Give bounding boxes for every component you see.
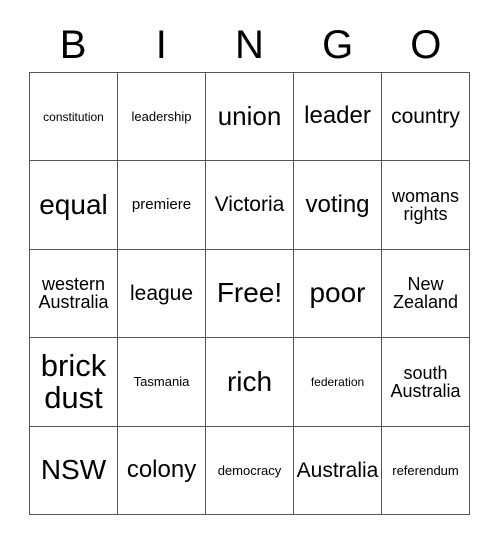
- bingo-cell[interactable]: premiere: [118, 161, 206, 250]
- bingo-cell[interactable]: referendum: [382, 426, 470, 515]
- bingo-card: BINGO constitution leadership union leader c…: [0, 0, 500, 544]
- bingo-cell[interactable]: equal: [30, 161, 118, 250]
- bingo-cell[interactable]: womans rights: [382, 161, 470, 250]
- bingo-cell[interactable]: south Australia: [382, 338, 470, 427]
- bingo-header-letter-b: B: [59, 23, 87, 67]
- bingo-cell[interactable]: country: [382, 73, 470, 162]
- bingo-cell-label: womans rights: [391, 185, 460, 225]
- bingo-header: BINGO: [29, 18, 470, 72]
- bingo-cell-label: western Australia: [38, 274, 109, 313]
- bingo-cell-free[interactable]: Free!: [206, 249, 294, 339]
- bingo-cell-label: south Australia: [390, 362, 461, 401]
- bingo-cell[interactable]: NSW: [30, 426, 118, 515]
- bingo-cell-label: league: [129, 281, 194, 305]
- bingo-cell[interactable]: leadership: [118, 73, 206, 162]
- bingo-cell-label: brick dust: [40, 348, 107, 415]
- bingo-cell[interactable]: western Australia: [30, 249, 118, 339]
- bingo-cell-label: country: [391, 104, 460, 128]
- bingo-cell-label: democracy: [217, 462, 282, 478]
- bingo-header-letter-n: N: [235, 23, 264, 67]
- bingo-cell-label: referendum: [392, 462, 459, 478]
- bingo-cell-label: union: [217, 101, 282, 132]
- bingo-cell-label: Victoria: [214, 193, 285, 217]
- bingo-cell-label: poor: [309, 277, 366, 309]
- bingo-cell[interactable]: league: [118, 249, 206, 339]
- bingo-cell-label: New Zealand: [392, 274, 459, 313]
- bingo-cell-label: equal: [39, 188, 108, 220]
- bingo-cell-label: premiere: [131, 196, 192, 214]
- bingo-cell[interactable]: federation: [294, 338, 382, 427]
- bingo-cell-label: federation: [310, 374, 365, 389]
- bingo-cell[interactable]: Australia: [294, 426, 382, 515]
- bingo-cell-label: voting: [305, 190, 370, 218]
- bingo-cell[interactable]: leader: [294, 73, 382, 162]
- bingo-cell-label: NSW: [40, 454, 107, 486]
- bingo-cell-label: Free!: [216, 277, 283, 309]
- bingo-cell[interactable]: colony: [118, 426, 206, 515]
- bingo-cell[interactable]: Tasmania: [118, 338, 206, 427]
- bingo-cell[interactable]: democracy: [206, 426, 294, 515]
- bingo-cell-label: leader: [304, 102, 371, 130]
- bingo-cell[interactable]: poor: [294, 249, 382, 339]
- bingo-header-letter-i: I: [155, 23, 167, 67]
- bingo-cell-label: Australia: [296, 458, 379, 482]
- bingo-header-letter-g: G: [322, 23, 354, 67]
- bingo-grid: constitution leadership union leader country…: [29, 72, 470, 515]
- bingo-cell[interactable]: union: [206, 73, 294, 162]
- bingo-cell-label: leadership: [131, 109, 192, 125]
- bingo-cell[interactable]: constitution: [30, 73, 118, 162]
- bingo-cell-label: colony: [126, 456, 197, 484]
- bingo-cell[interactable]: rich: [206, 338, 294, 427]
- bingo-header-letter-o: O: [410, 23, 442, 67]
- bingo-cell[interactable]: brick dust: [30, 338, 118, 427]
- bingo-cell[interactable]: Victoria: [206, 161, 294, 250]
- bingo-cell-label: constitution: [43, 109, 104, 124]
- bingo-cell-label: Tasmania: [133, 374, 190, 390]
- bingo-cell[interactable]: New Zealand: [382, 249, 470, 339]
- bingo-cell-label: rich: [226, 365, 273, 397]
- bingo-cell[interactable]: voting: [294, 161, 382, 250]
